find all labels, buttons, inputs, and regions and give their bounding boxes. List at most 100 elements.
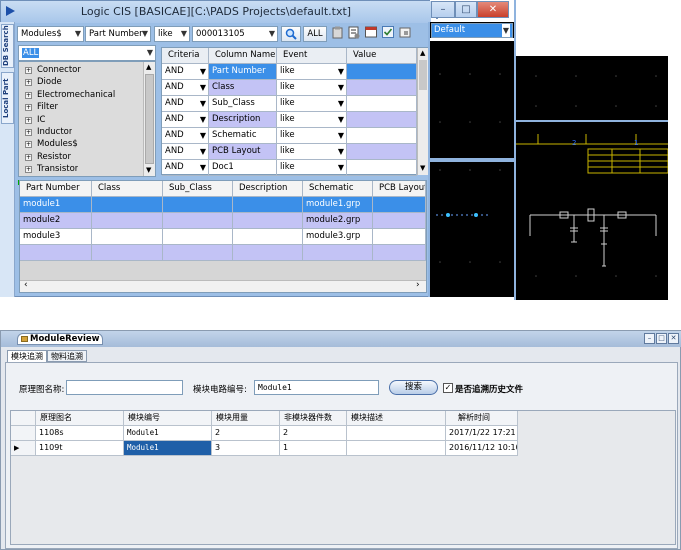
check-icon[interactable] xyxy=(381,26,395,42)
field-combo[interactable]: Part Number ▼ xyxy=(85,26,151,42)
result-empty-cell[interactable] xyxy=(92,245,163,261)
scroll-right-icon[interactable]: › xyxy=(416,280,420,290)
result-cell[interactable]: module1 xyxy=(20,197,92,213)
grid-cell[interactable]: 2017/1/22 17:21 xyxy=(446,426,518,441)
grid-cell[interactable]: Module1 xyxy=(124,426,212,441)
expand-icon[interactable]: + xyxy=(25,91,32,99)
tree-scrollbar[interactable]: ▲ ▼ xyxy=(143,62,155,176)
tree-item[interactable]: + Filter xyxy=(25,101,58,113)
result-cell[interactable]: module3.grp xyxy=(303,229,373,245)
criteria-dropdown[interactable]: AND ▼ xyxy=(162,160,209,176)
minimize-button[interactable]: – xyxy=(431,1,455,18)
result-cell[interactable]: module3 xyxy=(20,229,92,245)
results-hscrollbar[interactable]: ‹ › xyxy=(20,280,426,292)
result-cell[interactable] xyxy=(92,197,163,213)
grid-cell[interactable]: 2016/11/12 10:10 xyxy=(446,441,518,456)
properties-icon[interactable] xyxy=(347,26,361,42)
grid-cell[interactable]: 1109t xyxy=(36,441,124,456)
result-cell[interactable] xyxy=(373,213,426,229)
result-cell[interactable] xyxy=(92,213,163,229)
criteria-dropdown[interactable]: AND ▼ xyxy=(162,144,209,160)
criteria-scrollbar[interactable]: ▲ ▼ xyxy=(417,48,428,175)
maximize-button[interactable]: □ xyxy=(455,1,477,18)
tree-item[interactable]: + Resistor xyxy=(25,151,71,163)
event-dropdown[interactable]: like ▼ xyxy=(277,96,347,112)
value-combo[interactable]: 000013105 ▼ xyxy=(192,26,278,42)
expand-icon[interactable]: + xyxy=(25,153,32,161)
value-cell[interactable] xyxy=(347,128,417,144)
tree-item[interactable]: + Modules$ xyxy=(25,138,78,150)
result-cell[interactable] xyxy=(163,213,233,229)
result-cell[interactable] xyxy=(233,213,303,229)
result-empty-cell[interactable] xyxy=(20,245,92,261)
criteria-dropdown[interactable]: AND ▼ xyxy=(162,64,209,80)
maximize-button[interactable]: □ xyxy=(656,333,667,344)
operator-combo[interactable]: like ▼ xyxy=(154,26,190,42)
expand-icon[interactable]: + xyxy=(25,79,32,87)
result-empty-cell[interactable] xyxy=(303,245,373,261)
event-dropdown[interactable]: like ▼ xyxy=(277,64,347,80)
criteria-dropdown[interactable]: AND ▼ xyxy=(162,128,209,144)
event-dropdown[interactable]: like ▼ xyxy=(277,112,347,128)
result-cell[interactable] xyxy=(163,229,233,245)
event-dropdown[interactable]: like ▼ xyxy=(277,80,347,96)
scroll-down-icon[interactable]: ▼ xyxy=(146,166,151,174)
row-selector[interactable] xyxy=(11,426,36,441)
tree-item[interactable]: + Transistor xyxy=(25,163,78,175)
scroll-left-icon[interactable]: ‹ xyxy=(24,280,28,290)
event-dropdown[interactable]: like ▼ xyxy=(277,160,347,176)
scroll-up-icon[interactable]: ▲ xyxy=(146,63,151,71)
clipboard-icon[interactable] xyxy=(330,26,344,42)
expand-icon[interactable]: + xyxy=(25,104,32,112)
search-button[interactable]: 搜索 xyxy=(389,380,438,395)
tab-material-trace[interactable]: 物料追溯 xyxy=(47,350,87,362)
tab-local-part[interactable]: Local Part xyxy=(1,72,14,124)
expand-icon[interactable]: + xyxy=(25,129,32,136)
value-cell[interactable] xyxy=(347,96,417,112)
tree-item[interactable]: + Electromechanical xyxy=(25,89,115,101)
scroll-thumb[interactable] xyxy=(145,74,154,164)
result-cell[interactable] xyxy=(373,229,426,245)
grid-cell[interactable]: 2 xyxy=(212,426,280,441)
minimize-button[interactable]: – xyxy=(644,333,655,344)
scroll-up-icon[interactable]: ▲ xyxy=(420,49,425,57)
grid-cell[interactable]: 1 xyxy=(280,441,347,456)
tab-db-search[interactable]: DB Search xyxy=(1,24,14,68)
close-button[interactable]: ✕ xyxy=(668,333,679,344)
result-cell[interactable] xyxy=(233,197,303,213)
grid-cell[interactable]: 2 xyxy=(280,426,347,441)
tree-item[interactable]: + Diode xyxy=(25,76,62,88)
result-cell[interactable] xyxy=(163,197,233,213)
event-dropdown[interactable]: like ▼ xyxy=(277,144,347,160)
tab-module-trace[interactable]: 模块追溯 xyxy=(7,350,47,362)
event-dropdown[interactable]: like ▼ xyxy=(277,128,347,144)
value-cell[interactable] xyxy=(347,80,417,96)
library-combo[interactable]: Modules$ ▼ xyxy=(17,26,84,42)
value-cell[interactable] xyxy=(347,144,417,160)
tree-item[interactable]: + Connector xyxy=(25,64,81,76)
result-cell[interactable]: module2.grp xyxy=(303,213,373,229)
clear-icon[interactable] xyxy=(398,26,412,42)
row-selector[interactable]: ▶ xyxy=(11,441,36,456)
value-cell[interactable] xyxy=(347,112,417,128)
all-button[interactable]: ALL xyxy=(303,26,327,42)
tree-item[interactable]: + Inductor xyxy=(25,126,72,138)
criteria-dropdown[interactable]: AND ▼ xyxy=(162,80,209,96)
grid-cell[interactable]: 1108s xyxy=(36,426,124,441)
expand-icon[interactable]: + xyxy=(25,141,32,149)
result-cell[interactable]: module1.grp xyxy=(303,197,373,213)
result-empty-cell[interactable] xyxy=(233,245,303,261)
search-button[interactable] xyxy=(281,26,301,42)
window-icon[interactable] xyxy=(364,26,378,42)
result-cell[interactable] xyxy=(233,229,303,245)
schematic-name-input[interactable] xyxy=(66,380,183,395)
result-empty-cell[interactable] xyxy=(373,245,426,261)
expand-icon[interactable]: + xyxy=(25,67,32,74)
result-cell[interactable]: module2 xyxy=(20,213,92,229)
value-cell[interactable] xyxy=(347,64,417,80)
expand-icon[interactable]: + xyxy=(25,116,32,124)
close-button[interactable]: ✕ xyxy=(477,1,509,18)
history-checkbox[interactable]: ✓ xyxy=(443,383,453,393)
grid-cell[interactable]: Module1 xyxy=(124,441,212,456)
value-cell[interactable] xyxy=(347,160,417,176)
